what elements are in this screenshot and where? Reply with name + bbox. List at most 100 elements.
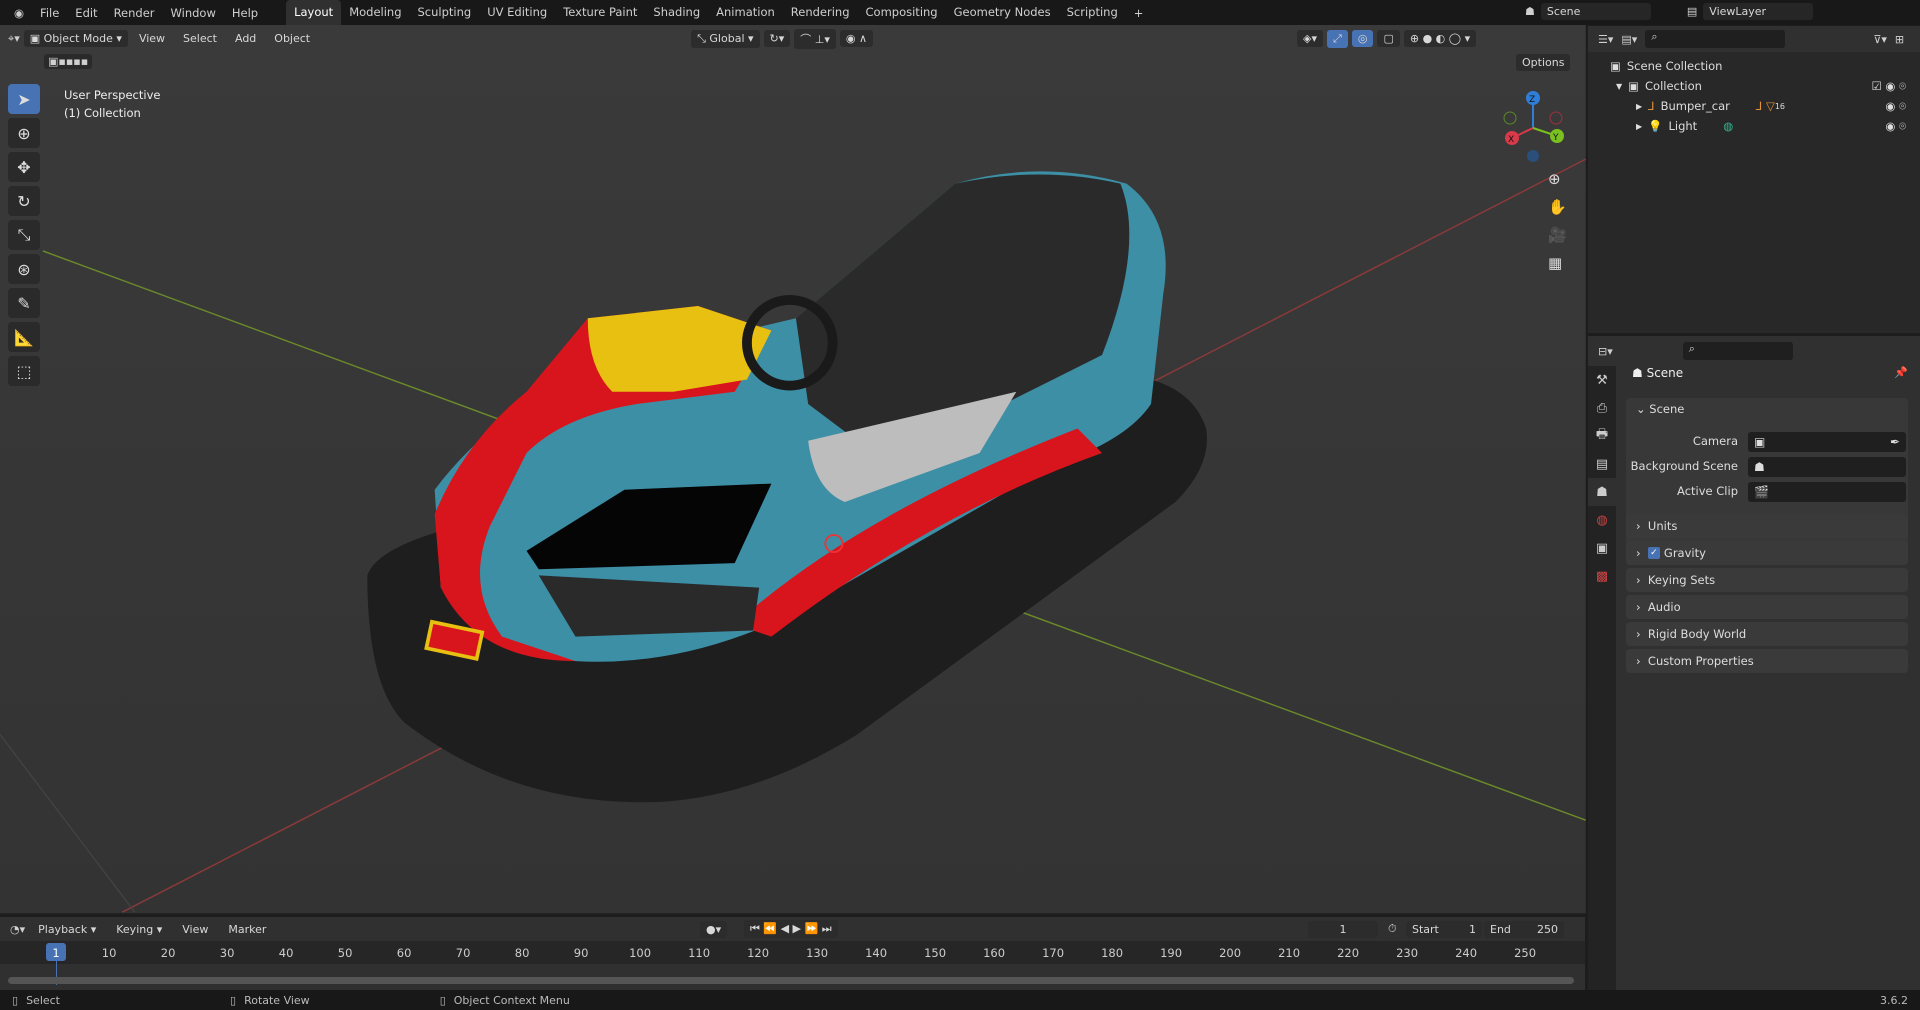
measure-tool-icon[interactable]: 📐	[8, 322, 40, 352]
outliner-row-bumper-car[interactable]: ▶ ⅃ Bumper_car ⅃ ▽ 16 ◉ ⌾	[1588, 96, 1920, 116]
texture-tab-icon[interactable]: ▩	[1588, 562, 1616, 590]
section-rigid-body-world[interactable]: › Rigid Body World	[1626, 622, 1908, 646]
menu-edit[interactable]: Edit	[67, 6, 105, 20]
add-cube-tool-icon[interactable]: ⬚	[8, 356, 40, 386]
expand-arrow-icon[interactable]: ▼	[1616, 82, 1622, 91]
new-collection-icon[interactable]: ⊞	[1895, 33, 1904, 46]
visibility-toggles[interactable]: ◉ ⌾	[1885, 119, 1906, 134]
scene-icon[interactable]: ☗	[1525, 5, 1535, 18]
cursor-tool-icon[interactable]: ⊕	[8, 118, 40, 148]
outliner-search-input[interactable]: ⌕	[1645, 30, 1786, 48]
gizmo-toggle-icon[interactable]: ⤢	[1327, 29, 1348, 48]
section-custom-properties[interactable]: › Custom Properties	[1626, 649, 1908, 673]
overlay-toggle-icon[interactable]: ◎	[1351, 30, 1374, 47]
start-frame-field[interactable]: Start 1	[1406, 920, 1482, 938]
menu-playback[interactable]: Playback ▾	[31, 923, 103, 936]
menu-help[interactable]: Help	[224, 6, 266, 20]
blender-logo-icon[interactable]: ◉	[6, 6, 32, 20]
collection-tab-icon[interactable]: ▣	[1588, 534, 1616, 562]
pivot-icon[interactable]: ↻▾	[763, 30, 791, 47]
visibility-toggles[interactable]: ◉ ⌾	[1885, 99, 1906, 114]
scene-name-field[interactable]: Scene	[1540, 3, 1651, 20]
tab-shading[interactable]: Shading	[645, 0, 708, 25]
menu-file[interactable]: File	[32, 6, 67, 20]
tool-tab-icon[interactable]: ⚒	[1588, 366, 1616, 394]
add-workspace-button[interactable]: +	[1126, 6, 1152, 20]
navigation-gizmo[interactable]: Z X Y	[1500, 88, 1570, 168]
selection-mode-icons[interactable]: ▣▪▪▪▪	[44, 54, 93, 69]
menu-select[interactable]: Select	[176, 32, 224, 45]
camera-field[interactable]: ▣ ✒	[1748, 432, 1906, 452]
panel-title[interactable]: Scene	[1649, 402, 1684, 416]
scene-tab-icon[interactable]: ☗	[1588, 478, 1616, 506]
playback-controls[interactable]: ⏮ ⏪ ◀ ▶ ⏩ ⏭	[744, 920, 838, 938]
menu-window[interactable]: Window	[163, 6, 224, 20]
menu-view[interactable]: View	[175, 923, 215, 936]
tab-texture-paint[interactable]: Texture Paint	[555, 0, 645, 25]
section-keying-sets[interactable]: › Keying Sets	[1626, 568, 1908, 592]
eyedropper-icon[interactable]: ✒	[1890, 432, 1900, 452]
collapse-arrow-icon[interactable]: ⌄	[1636, 402, 1649, 416]
menu-render[interactable]: Render	[106, 6, 163, 20]
tab-uv-editing[interactable]: UV Editing	[479, 0, 555, 25]
orientation-dropdown[interactable]: ⤡ Global ▾	[691, 29, 760, 48]
editor-type-icon[interactable]: ⊟▾	[1598, 345, 1613, 358]
output-tab-icon[interactable]: 🖶	[1588, 422, 1616, 450]
outliner-row-collection[interactable]: ▼ ▣ Collection ☑ ◉ ⌾	[1588, 76, 1920, 96]
section-audio[interactable]: › Audio	[1626, 595, 1908, 619]
tab-layout[interactable]: Layout	[286, 0, 342, 25]
background-scene-field[interactable]: ☗	[1748, 457, 1906, 477]
menu-add[interactable]: Add	[228, 32, 263, 45]
outliner-row-scene-collection[interactable]: ▣ Scene Collection	[1588, 56, 1920, 76]
auto-keying-icon[interactable]: ●▾	[700, 920, 728, 938]
camera-view-icon[interactable]: 🎥	[1548, 226, 1567, 244]
xray-icon[interactable]: ▢	[1377, 30, 1400, 47]
end-frame-field[interactable]: End 250	[1484, 920, 1564, 938]
current-frame-field[interactable]: 1	[1308, 920, 1378, 938]
snap-icon[interactable]: ⌒ ⊥▾	[794, 28, 836, 49]
editor-type-icon[interactable]: ◔▾	[10, 923, 25, 936]
world-tab-icon[interactable]: ◍	[1588, 506, 1616, 534]
properties-search-input[interactable]: ⌕	[1682, 342, 1793, 360]
view-layer-field[interactable]: ViewLayer	[1703, 3, 1814, 20]
menu-keying[interactable]: Keying ▾	[109, 923, 169, 936]
filter-icon[interactable]: ⊽▾	[1873, 33, 1887, 46]
rotate-tool-icon[interactable]: ↻	[8, 186, 40, 216]
section-units[interactable]: › Units	[1626, 514, 1908, 538]
display-mode-icon[interactable]: ☰▾	[1598, 33, 1613, 46]
expand-arrow-icon[interactable]: ▶	[1636, 102, 1642, 111]
gravity-checkbox[interactable]: ✓	[1647, 547, 1660, 559]
active-clip-field[interactable]: 🎬	[1748, 482, 1906, 502]
section-gravity[interactable]: › ✓ Gravity	[1626, 541, 1908, 565]
pin-icon[interactable]: 📌	[1894, 366, 1908, 379]
scale-tool-icon[interactable]: ⤡	[8, 220, 40, 250]
render-tab-icon[interactable]: ⎙	[1588, 394, 1616, 422]
timeline-scrollbar[interactable]	[8, 977, 1574, 984]
view-layer-icon[interactable]: ▤	[1687, 5, 1697, 18]
stopwatch-icon[interactable]: ⏱	[1388, 922, 1397, 936]
view-layer-filter-icon[interactable]: ▤▾	[1621, 33, 1637, 46]
visibility-toggles[interactable]: ☑ ◉ ⌾	[1871, 79, 1906, 94]
view-layer-tab-icon[interactable]: ▤	[1588, 450, 1616, 478]
menu-view[interactable]: View	[132, 32, 172, 45]
editor-type-icon[interactable]: ⌖▾	[8, 32, 20, 46]
menu-marker[interactable]: Marker	[221, 923, 273, 936]
tab-compositing[interactable]: Compositing	[858, 0, 946, 25]
tab-animation[interactable]: Animation	[708, 0, 783, 25]
tab-geometry-nodes[interactable]: Geometry Nodes	[946, 0, 1059, 25]
transform-tool-icon[interactable]: ⊛	[8, 254, 40, 284]
tab-modeling[interactable]: Modeling	[341, 0, 409, 25]
mode-dropdown[interactable]: ▣ Object Mode ▾	[23, 30, 128, 47]
tab-scripting[interactable]: Scripting	[1059, 0, 1126, 25]
pan-hand-icon[interactable]: ✋	[1548, 198, 1567, 216]
tab-sculpting[interactable]: Sculpting	[410, 0, 480, 25]
zoom-icon[interactable]: ⊕	[1548, 170, 1567, 188]
tab-rendering[interactable]: Rendering	[783, 0, 858, 25]
visibility-icon[interactable]: ◈▾	[1297, 30, 1324, 47]
proportional-edit-icon[interactable]: ◉ ∧	[839, 30, 874, 47]
select-tool-icon[interactable]: ➤	[8, 84, 40, 114]
shading-modes[interactable]: ⊕ ● ◐ ◯ ▾	[1403, 30, 1477, 47]
move-tool-icon[interactable]: ✥	[8, 152, 40, 182]
expand-arrow-icon[interactable]: ▶	[1636, 122, 1642, 131]
annotate-tool-icon[interactable]: ✎	[8, 288, 40, 318]
